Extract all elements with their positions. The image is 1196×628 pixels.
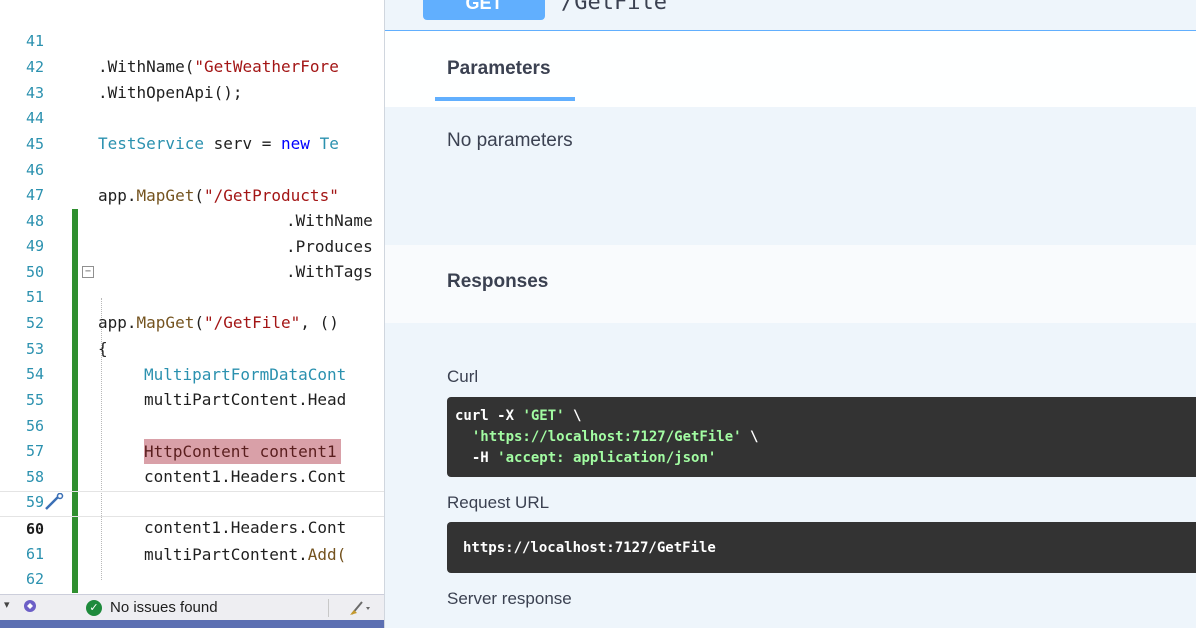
curl-text: curl -X: [455, 408, 523, 424]
code-cleanup-icon[interactable]: [348, 599, 372, 617]
code-line[interactable]: 59 content1.Headers.Cont: [0, 465, 384, 537]
divider: [328, 599, 329, 617]
no-parameters-text: No parameters: [447, 130, 573, 151]
curl-string: 'accept: application/json': [497, 450, 717, 466]
code-line[interactable]: 51 app.MapGet("/GetFile", (): [0, 260, 384, 332]
code-line[interactable]: 54 multiPartContent.Head: [0, 337, 384, 409]
server-response-label: Server response: [447, 589, 572, 608]
code-line[interactable]: 43: [0, 56, 384, 102]
curl-label: Curl: [447, 367, 479, 386]
code-line[interactable]: 41 .WithName("GetWeatherFore: [0, 4, 384, 76]
code-line[interactable]: 52 {: [0, 286, 384, 358]
curl-string: 'https://localhost:7127/GetFile': [471, 429, 742, 445]
code-line[interactable]: 62 return multiPartConte: [0, 542, 384, 614]
window-bottom-strip: [0, 620, 384, 628]
responses-title: Responses: [447, 271, 549, 292]
code-line[interactable]: 57 content1.Headers.Cont: [0, 414, 384, 486]
curl-text: -H: [455, 450, 498, 466]
code-line[interactable]: 58: [0, 440, 384, 486]
code-line[interactable]: 50: [0, 235, 384, 281]
code-line[interactable]: 45: [0, 107, 384, 153]
code-line[interactable]: 46 app.MapGet("/GetProducts": [0, 133, 384, 205]
status-bar: ▾ ✓ No issues found: [0, 594, 384, 621]
curl-text: [455, 429, 472, 445]
issues-status[interactable]: No issues found: [110, 599, 218, 616]
http-method-badge: GET: [423, 0, 545, 20]
request-url-value: https://localhost:7127/GetFile: [463, 540, 716, 556]
intellicode-icon[interactable]: [22, 598, 38, 614]
curl-text: \: [564, 408, 582, 424]
code-line[interactable]: 53 MultipartFormDataCont: [0, 312, 384, 384]
code-line[interactable]: 44 TestService serv = new Te: [0, 81, 384, 153]
check-circle-icon: ✓: [86, 600, 102, 616]
code-line[interactable]: 49 .WithTags: [0, 209, 384, 281]
curl-code-block[interactable]: curl -X 'GET' \ 'https://localhost:7127/…: [447, 397, 1196, 477]
request-url-block[interactable]: https://localhost:7127/GetFile: [447, 522, 1196, 573]
swagger-panel: GET /GetFile Parameters No parameters Re…: [384, 0, 1196, 628]
code-line[interactable]: 42 .WithOpenApi();: [0, 30, 384, 102]
code-line[interactable]: 47 .WithName: [0, 158, 384, 230]
operation-header[interactable]: GET /GetFile: [385, 0, 1196, 31]
curl-string: 'GET': [522, 408, 565, 424]
code-line[interactable]: 55: [0, 363, 384, 409]
dropdown-arrow-icon[interactable]: ▾: [4, 598, 10, 611]
code-line[interactable]: 56 HttpContent content1: [0, 389, 384, 464]
request-url-label: Request URL: [447, 493, 550, 512]
tab-parameters[interactable]: Parameters: [447, 58, 551, 80]
operation-path: /GetFile: [561, 0, 667, 15]
code-line[interactable]: 63 });: [0, 568, 384, 628]
active-tab-indicator: [435, 97, 575, 101]
code-line[interactable]: 61: [0, 517, 384, 563]
quick-action-pencil-icon[interactable]: [43, 493, 65, 511]
code-editor[interactable]: − 41 .WithName("GetWeatherFore 42 .WithO…: [0, 0, 384, 628]
code-line[interactable]: 48 .Produces: [0, 184, 384, 256]
curl-text: \: [741, 429, 759, 445]
